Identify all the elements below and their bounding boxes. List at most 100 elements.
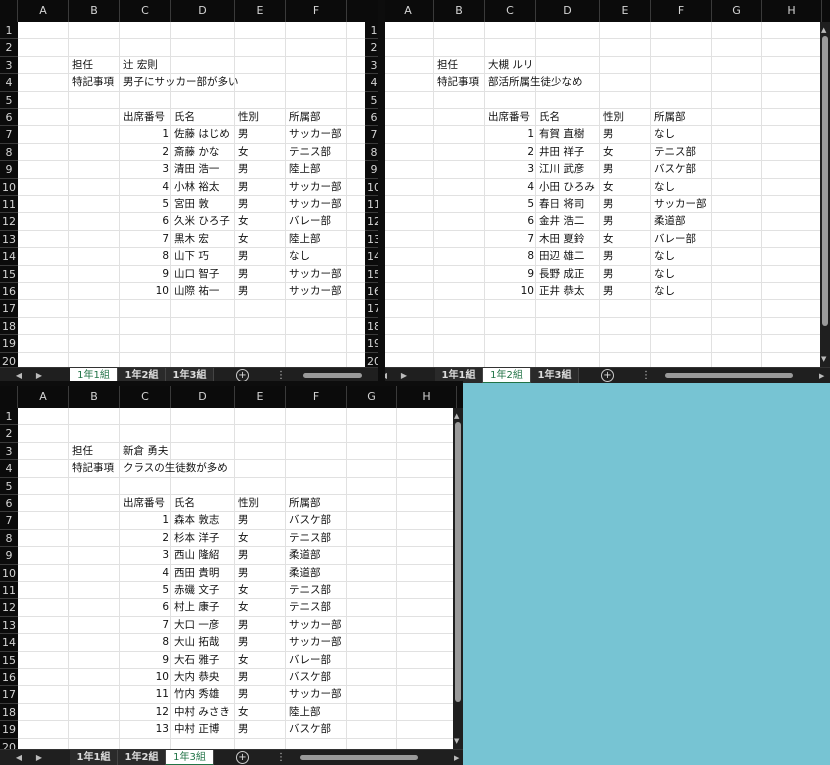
scroll-right-icon[interactable]: ▶ bbox=[819, 368, 824, 383]
column-header-D[interactable]: D bbox=[171, 386, 235, 408]
vertical-scroll-thumb[interactable] bbox=[822, 36, 828, 326]
row-header-9[interactable]: 9 bbox=[0, 161, 18, 179]
column-header-F[interactable]: F bbox=[286, 386, 347, 408]
column-header-F[interactable]: F bbox=[286, 0, 347, 22]
row-header-1[interactable]: 1 bbox=[0, 22, 18, 40]
vertical-scrollbar[interactable]: ▲ ▼ bbox=[453, 408, 463, 749]
column-header-D[interactable]: D bbox=[171, 0, 235, 22]
cell-club: サッカー部 bbox=[289, 688, 342, 701]
row-header-11[interactable]: 11 bbox=[0, 196, 18, 214]
horizontal-scroll-thumb[interactable] bbox=[665, 373, 793, 378]
column-header-E[interactable]: E bbox=[600, 0, 651, 22]
more-options-icon[interactable]: ⋮ bbox=[276, 750, 286, 765]
cell-attendance-number: 4 bbox=[527, 180, 534, 193]
row-header-5[interactable]: 5 bbox=[0, 92, 18, 109]
row-header-4[interactable]: 4 bbox=[0, 74, 18, 92]
row-header-12[interactable]: 12 bbox=[0, 599, 18, 617]
row-header-18[interactable]: 18 bbox=[0, 318, 18, 336]
row-header-19[interactable]: 19 bbox=[0, 335, 18, 353]
column-header-D[interactable]: D bbox=[536, 0, 600, 22]
vertical-scroll-thumb[interactable] bbox=[455, 422, 461, 702]
horizontal-scroll-thumb[interactable] bbox=[300, 755, 418, 760]
cell-student-name: 正井 恭太 bbox=[539, 285, 585, 297]
column-header-B[interactable]: B bbox=[69, 386, 120, 408]
column-header-B[interactable]: B bbox=[434, 0, 485, 22]
tab-scroll-right-icon[interactable]: ▶ bbox=[30, 750, 48, 765]
row-header-13[interactable]: 13 bbox=[0, 231, 18, 249]
grid-line bbox=[383, 334, 820, 336]
horizontal-scrollbar[interactable] bbox=[288, 753, 452, 762]
cell-gender: 男 bbox=[238, 636, 249, 649]
column-header-G[interactable]: G bbox=[347, 386, 397, 408]
column-header-A[interactable]: A bbox=[383, 0, 434, 22]
row-header-17[interactable]: 17 bbox=[0, 300, 18, 318]
row-header-4[interactable]: 4 bbox=[0, 460, 18, 478]
column-header-A[interactable]: A bbox=[18, 0, 69, 22]
row-header-12[interactable]: 12 bbox=[0, 213, 18, 231]
row-header-5[interactable]: 5 bbox=[0, 478, 18, 495]
column-header-H[interactable]: H bbox=[397, 386, 457, 408]
row-header-14[interactable]: 14 bbox=[0, 248, 18, 266]
column-header-E[interactable]: E bbox=[235, 386, 286, 408]
row-header-18[interactable]: 18 bbox=[0, 704, 18, 722]
row-header-2[interactable]: 2 bbox=[0, 425, 18, 443]
horizontal-scrollbar[interactable] bbox=[653, 371, 817, 380]
cell-gender: 女 bbox=[603, 145, 614, 158]
column-header-C[interactable]: C bbox=[120, 386, 171, 408]
column-header-B[interactable]: B bbox=[69, 0, 120, 22]
column-header-C[interactable]: C bbox=[485, 0, 536, 22]
row-header-14[interactable]: 14 bbox=[0, 634, 18, 652]
row-header-13[interactable]: 13 bbox=[0, 617, 18, 635]
sheet-tab-3[interactable]: 1年3組 bbox=[531, 368, 579, 383]
more-options-icon[interactable]: ⋮ bbox=[641, 368, 651, 383]
add-sheet-icon[interactable]: + bbox=[236, 751, 249, 764]
row-header-10[interactable]: 10 bbox=[0, 565, 18, 582]
cell-gender: 男 bbox=[238, 128, 249, 141]
cell-gender: 男 bbox=[238, 285, 249, 297]
column-header-G[interactable]: G bbox=[712, 0, 762, 22]
horizontal-scroll-thumb[interactable] bbox=[303, 373, 362, 378]
row-header-10[interactable]: 10 bbox=[0, 179, 18, 196]
row-header-15[interactable]: 15 bbox=[0, 652, 18, 669]
cell-grid[interactable]: 担任 新倉 勇夫 特記事項 クラスの生徒数が多め 出席番号 氏名 性別 所属部 1 森本 敦志男バ… bbox=[18, 408, 453, 749]
row-header-11[interactable]: 11 bbox=[0, 582, 18, 600]
scroll-down-icon[interactable]: ▼ bbox=[821, 351, 826, 367]
cell-grid[interactable]: 担任 大槻 ルリ 特記事項 部活所属生徒少なめ 出席番号 氏名 性別 所属部 1 有賀 直樹男なし… bbox=[383, 22, 820, 367]
select-all-corner[interactable] bbox=[0, 0, 18, 22]
cell-attendance-number: 5 bbox=[527, 198, 534, 210]
select-all-corner[interactable] bbox=[0, 386, 18, 408]
tab-scroll-left-icon[interactable]: ◀ bbox=[10, 750, 28, 765]
row-header-8[interactable]: 8 bbox=[0, 530, 18, 548]
column-header-C[interactable]: C bbox=[120, 0, 171, 22]
row-header-2[interactable]: 2 bbox=[0, 39, 18, 57]
sheet-tab-1[interactable]: 1年1組 bbox=[70, 750, 118, 765]
row-header-16[interactable]: 16 bbox=[0, 669, 18, 687]
column-header-H[interactable]: H bbox=[762, 0, 822, 22]
row-header-6[interactable]: 6 bbox=[0, 495, 18, 513]
horizontal-scrollbar[interactable] bbox=[288, 371, 362, 380]
row-header-3[interactable]: 3 bbox=[0, 443, 18, 461]
row-header-15[interactable]: 15 bbox=[0, 266, 18, 283]
add-sheet-icon[interactable]: + bbox=[601, 369, 614, 382]
scroll-right-icon[interactable]: ▶ bbox=[454, 750, 459, 765]
column-header-E[interactable]: E bbox=[235, 0, 286, 22]
row-header-17[interactable]: 17 bbox=[0, 686, 18, 704]
column-header-F[interactable]: F bbox=[651, 0, 712, 22]
row-header-9[interactable]: 9 bbox=[0, 547, 18, 565]
sheet-tab-2[interactable]: 1年2組 bbox=[483, 368, 531, 383]
column-header-A[interactable]: A bbox=[18, 386, 69, 408]
scroll-down-icon[interactable]: ▼ bbox=[454, 733, 459, 749]
cell-grid[interactable]: 担任 辻 宏則 特記事項 男子にサッカー部が多い 出席番号 氏名 性別 所属部 1 佐藤 はじめ男… bbox=[18, 22, 378, 367]
cell-student-name: 中村 みさき bbox=[174, 705, 230, 718]
row-header-19[interactable]: 19 bbox=[0, 721, 18, 739]
row-header-3[interactable]: 3 bbox=[0, 57, 18, 75]
row-header-7[interactable]: 7 bbox=[0, 126, 18, 144]
row-header-16[interactable]: 16 bbox=[0, 283, 18, 301]
vertical-scrollbar[interactable]: ▲ ▼ bbox=[820, 22, 830, 367]
sheet-tab-3[interactable]: 1年3組 bbox=[166, 750, 214, 765]
row-header-1[interactable]: 1 bbox=[0, 408, 18, 426]
sheet-tab-2[interactable]: 1年2組 bbox=[118, 750, 166, 765]
row-header-8[interactable]: 8 bbox=[0, 144, 18, 162]
row-header-6[interactable]: 6 bbox=[0, 109, 18, 127]
row-header-7[interactable]: 7 bbox=[0, 512, 18, 530]
